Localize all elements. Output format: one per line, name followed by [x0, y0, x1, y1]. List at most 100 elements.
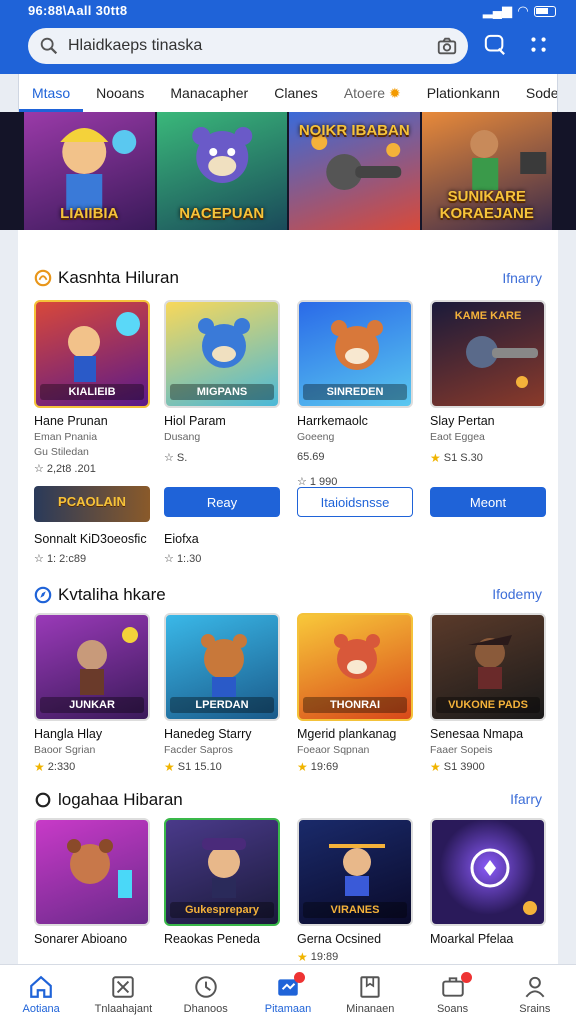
game-card[interactable]: Moarkal Pfelaa: [430, 818, 546, 946]
game-thumbnail-label: SINREDEN: [303, 384, 407, 400]
rating-value: 19:69: [310, 761, 339, 773]
section-1-more-link[interactable]: Ifnarry: [502, 270, 542, 286]
play-button[interactable]: Reay: [164, 487, 280, 517]
game-thumbnail: THONRAI: [297, 613, 413, 721]
banner-title: SUNIKARE KORAEJANE: [439, 188, 534, 222]
section-1-title-text: Kasnhta Hiluran: [58, 268, 179, 287]
game-thumbnail-label: VUKONE PADS: [436, 697, 540, 713]
nav-explore[interactable]: Pitamaan: [247, 965, 329, 1024]
category-tabs: Mtaso Nooans Manacapher Clanes Atoere ✹ …: [18, 74, 558, 112]
star-icon: ☆: [164, 553, 174, 565]
star-icon: ★: [430, 760, 441, 774]
game-card[interactable]: VIRANES Gerna Ocsined ★ 19:89: [297, 818, 413, 964]
banner-item[interactable]: NACEPUAN: [156, 112, 287, 230]
nav-home[interactable]: Aotiana: [0, 965, 82, 1024]
game-title: Moarkal Pfelaa: [430, 932, 514, 946]
star-icon: ★: [430, 451, 441, 465]
nav-tools[interactable]: Tnlaahajant: [82, 965, 164, 1024]
game-subtitle: Baoor Sgrian: [34, 744, 96, 756]
banner-item[interactable]: LIAIIBIA: [24, 112, 155, 230]
game-card[interactable]: SINREDEN Harrkemaolc Goeeng 65.69 ☆ 1 990: [297, 300, 413, 488]
banner-title: LIAIIBIA: [60, 205, 119, 222]
nav-profile[interactable]: Srains: [494, 965, 576, 1024]
game-subtitle: Facder Sapros: [164, 744, 233, 756]
search-input[interactable]: Hlaidkaeps tinaska: [68, 37, 436, 55]
grid-menu-icon[interactable]: [528, 34, 550, 56]
more-button[interactable]: Meont: [430, 487, 546, 517]
game-card[interactable]: KAME KARE Slay Pertan Eaot Eggea ★ S1 S.3…: [430, 300, 546, 465]
game-card[interactable]: VUKONE PADS Senesaa Nmapa Faaer Sopeis ★…: [430, 613, 546, 774]
status-time: 96:88\Aall 30tt8: [28, 3, 128, 18]
game-title: Reaokas Peneda: [164, 932, 260, 946]
section-2-more-link[interactable]: Ifodemy: [492, 586, 542, 602]
game-rating: ★ S1 3900: [430, 760, 546, 774]
banner-item[interactable]: SUNIKARE KORAEJANE: [421, 112, 552, 230]
camera-icon[interactable]: [436, 35, 458, 57]
game-thumbnail-label: KIALIEIB: [40, 384, 144, 400]
tab-1[interactable]: Nooans: [83, 74, 157, 112]
promo-card[interactable]: PCAOLAIN: [34, 486, 150, 522]
game-title: Hiol Param: [164, 414, 226, 428]
compass-icon: [34, 586, 52, 604]
game-rating: ★ S1 S.30: [430, 451, 546, 465]
nav-label: Tnlaahajant: [94, 1003, 153, 1015]
game-thumbnail: VUKONE PADS: [430, 613, 546, 721]
game-title: Sonarer Abioano: [34, 932, 128, 946]
rating-value: 19:89: [310, 951, 339, 963]
search-bar[interactable]: Hlaidkaeps tinaska: [28, 28, 468, 64]
top-actions: [484, 34, 550, 56]
star-icon: ★: [164, 760, 175, 774]
game-card[interactable]: LPERDAN Hanedeg Starry Facder Sapros ★ S1…: [164, 613, 280, 774]
game-thumbnail-label: [40, 914, 144, 918]
nav-store[interactable]: Soans: [411, 965, 493, 1024]
game-card[interactable]: JUNKAR Hangla Hlay Baoor Sgrian ★ 2:330: [34, 613, 150, 774]
tab-6[interactable]: Sodenp: [513, 74, 557, 112]
featured-banner[interactable]: LIAIIBIA NACEPUAN NOIKR IBABAN SUNIKARE …: [0, 112, 576, 230]
game-thumbnail-label: KAME KARE: [454, 310, 522, 322]
tab-3[interactable]: Clanes: [261, 74, 331, 112]
nav-library[interactable]: Minanaen: [329, 965, 411, 1024]
game-thumbnail: KAME KARE: [430, 300, 546, 408]
section-2-title: Kvtaliha hkare: [34, 585, 166, 605]
tab-4[interactable]: Atoere ✹: [331, 74, 414, 112]
game-thumbnail-label: Gukesprepary: [170, 902, 274, 918]
section-2-title-text: Kvtaliha hkare: [58, 585, 166, 604]
tab-4-label: Atoere: [343, 85, 386, 101]
section-3-more-link[interactable]: Ifarry: [510, 791, 542, 807]
game-card[interactable]: THONRAI Mgerid plankanag Foeaor Sqpnan ★…: [297, 613, 413, 774]
status-bar: 96:88\Aall 30tt8 ▂▄▆ ◠: [0, 0, 576, 22]
promo-rating-value: 1: 2:c89: [46, 553, 87, 565]
star-icon: ★: [297, 950, 308, 964]
game-card[interactable]: KIALIEIB Hane Prunan Eman Pnania Gu Stil…: [34, 300, 150, 475]
nav-history[interactable]: Dhanoos: [165, 965, 247, 1024]
battery-icon: [534, 5, 556, 17]
banner-item[interactable]: NOIKR IBABAN: [289, 112, 420, 230]
game-thumbnail: JUNKAR: [34, 613, 150, 721]
tab-0[interactable]: Mtaso: [19, 74, 84, 112]
game-subtitle: Eman Pnania: [34, 431, 98, 443]
notification-badge: [294, 972, 306, 983]
nav-label: Minanaen: [346, 1003, 395, 1015]
medal-icon: [35, 792, 51, 808]
book-icon: [360, 976, 380, 998]
game-subtitle: Foeaor Sqpnan: [297, 744, 370, 756]
promo-card-label: PCAOLAIN: [58, 494, 126, 509]
tab-5[interactable]: Plationkann: [414, 74, 513, 112]
install-button[interactable]: Itaioidsnsse: [297, 487, 413, 517]
game-subtitle: Faaer Sopeis: [430, 744, 493, 756]
tab-2[interactable]: Manacapher: [157, 74, 261, 112]
star-icon: ☆: [34, 553, 44, 565]
top-bar: 96:88\Aall 30tt8 ▂▄▆ ◠ Hlaidkaeps tinask…: [0, 0, 576, 74]
sun-icon: ✹: [388, 85, 401, 101]
game-card[interactable]: MIGPANS Hiol Param Dusang ☆ S.: [164, 300, 280, 464]
promo2-title: Eiofxa: [164, 532, 199, 546]
chat-search-icon[interactable]: [484, 34, 506, 56]
promo-title: Sonnalt KiD3oeosfic: [34, 532, 147, 546]
game-subtitle: Eaot Eggea: [430, 431, 485, 443]
signal-icon: ▂▄▆: [482, 3, 512, 18]
promo2-rating: ☆ 1:.30: [164, 552, 201, 565]
game-card[interactable]: Sonarer Abioano: [34, 818, 150, 946]
status-icons: ▂▄▆ ◠: [483, 3, 556, 19]
game-thumbnail-label: LPERDAN: [170, 697, 274, 713]
game-card[interactable]: Gukesprepary Reaokas Peneda: [164, 818, 280, 946]
